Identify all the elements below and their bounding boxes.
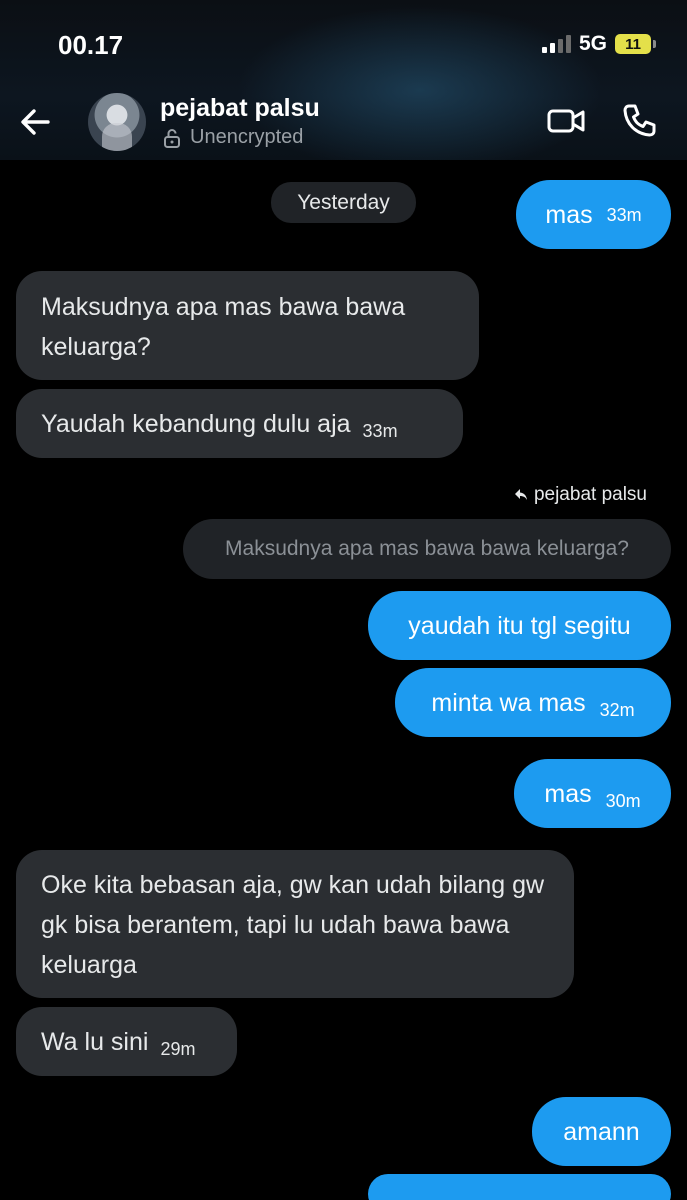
video-camera-icon[interactable] xyxy=(546,104,586,138)
message-text: Yaudah kebandung dulu aja xyxy=(41,409,351,438)
message-incoming[interactable]: Maksudnya apa mas bawa bawa keluarga? xyxy=(16,271,479,380)
battery-icon: 11 xyxy=(615,34,656,54)
message-time: 30m xyxy=(605,790,641,811)
status-indicators: 5G 11 xyxy=(541,32,656,56)
message-text: mas xyxy=(544,779,592,808)
message-outgoing[interactable]: minta wa mas 32m xyxy=(395,668,671,737)
message-text: Maksudnya apa mas bawa bawa keluarga? xyxy=(41,293,406,361)
network-label: 5G xyxy=(578,32,607,55)
message-time: 32m xyxy=(599,699,635,720)
message-text: yaudah itu tgl segitu xyxy=(408,611,631,640)
message-incoming[interactable]: Yaudah kebandung dulu aja 33m xyxy=(16,389,463,458)
message-outgoing[interactable]: yaudah itu tgl segitu xyxy=(368,591,671,660)
message-outgoing[interactable]: mas 33m xyxy=(516,180,671,249)
message-outgoing-partial[interactable] xyxy=(368,1174,671,1200)
quoted-message[interactable]: Maksudnya apa mas bawa bawa keluarga? xyxy=(183,519,671,579)
message-text: Oke kita bebasan aja, gw kan udah bilang… xyxy=(41,871,545,979)
message-outgoing[interactable]: mas 30m xyxy=(514,759,671,828)
message-text: Wa lu sini xyxy=(41,1027,149,1056)
lock-icon xyxy=(164,128,180,148)
message-time: 29m xyxy=(160,1038,196,1059)
contact-name[interactable]: pejabat palsu xyxy=(160,94,320,123)
message-text: amann xyxy=(563,1117,640,1146)
reply-context: pejabat palsu xyxy=(514,484,647,506)
message-incoming[interactable]: Wa lu sini 29m xyxy=(16,1007,237,1076)
message-incoming[interactable]: Oke kita bebasan aja, gw kan udah bilang… xyxy=(16,850,574,998)
avatar[interactable] xyxy=(88,93,146,151)
message-text: mas xyxy=(545,200,593,229)
message-time: 33m xyxy=(362,420,398,441)
status-time: 00.17 xyxy=(58,30,124,60)
date-separator: Yesterday xyxy=(271,182,416,223)
reply-label: pejabat palsu xyxy=(533,484,647,505)
signal-icon xyxy=(541,35,571,53)
message-text: minta wa mas xyxy=(431,688,586,717)
battery-level: 11 xyxy=(625,35,641,53)
message-time: 33m xyxy=(606,204,642,225)
phone-icon[interactable] xyxy=(620,102,658,140)
encryption-label: Unencrypted xyxy=(190,126,304,148)
encryption-status: Unencrypted xyxy=(162,126,303,149)
arrow-left-icon[interactable] xyxy=(18,104,54,140)
message-outgoing[interactable]: amann xyxy=(532,1097,671,1166)
reply-arrow-icon xyxy=(514,489,527,500)
